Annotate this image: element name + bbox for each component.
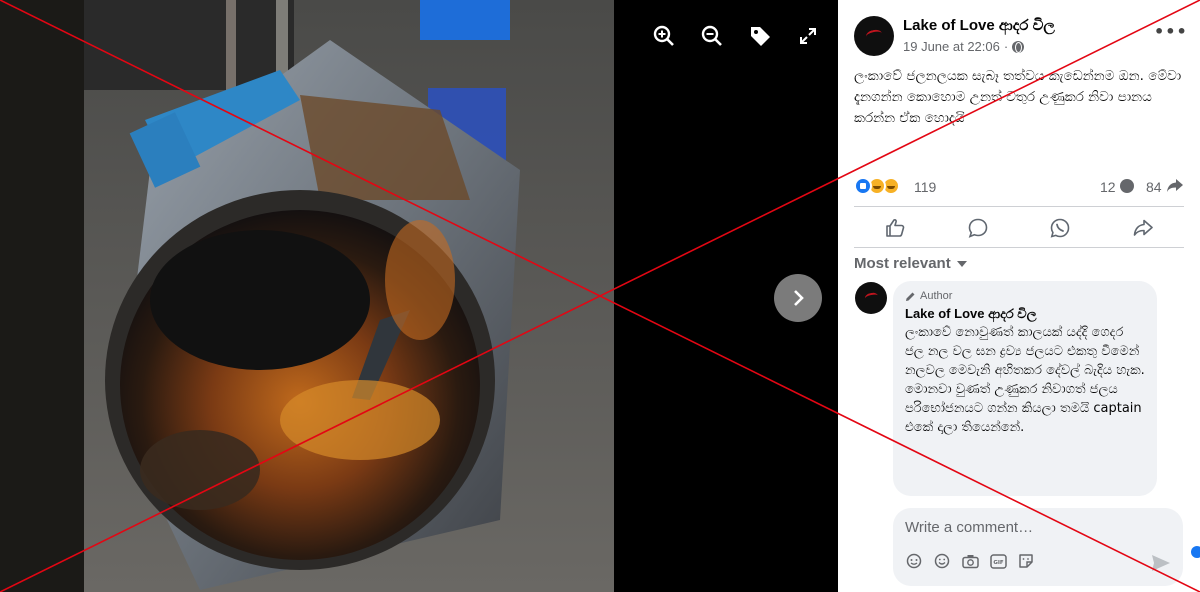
- page-avatar[interactable]: [854, 16, 894, 56]
- like-button[interactable]: [854, 211, 937, 245]
- like-reaction-icon: [854, 177, 872, 195]
- status-dot: [1191, 546, 1200, 558]
- comment-input[interactable]: [905, 516, 1165, 538]
- chevron-right-icon: [794, 290, 804, 306]
- camera-icon[interactable]: [961, 552, 979, 570]
- gif-icon[interactable]: GIF: [989, 552, 1007, 570]
- page-name[interactable]: Lake of Love ආදර විල: [903, 17, 1055, 34]
- avatar-sticker-icon[interactable]: [1017, 552, 1035, 570]
- divider: [854, 247, 1184, 248]
- comment-composer: GIF: [893, 508, 1183, 586]
- photo-viewer: [0, 0, 838, 592]
- reaction-count[interactable]: 119: [914, 179, 936, 195]
- globe-icon: [1012, 40, 1025, 53]
- sticker-icon[interactable]: [905, 552, 923, 570]
- post-photo[interactable]: [0, 0, 838, 592]
- more-options-button[interactable]: •••: [1154, 22, 1188, 41]
- reaction-icons[interactable]: [854, 177, 908, 195]
- pencil-icon: [906, 292, 915, 301]
- comment-count-icon: [1120, 179, 1134, 193]
- comment-author-name[interactable]: Lake of Love ආදර විල: [905, 306, 1145, 322]
- next-photo-button[interactable]: [774, 274, 822, 322]
- zoom-out-icon[interactable]: [698, 22, 726, 50]
- whatsapp-icon: [1050, 218, 1070, 238]
- comment-button[interactable]: [937, 211, 1020, 245]
- author-badge: Author: [905, 290, 1145, 302]
- whatsapp-share-button[interactable]: [1019, 211, 1102, 245]
- composer-tools: GIF: [905, 552, 1035, 570]
- post-text: ලංකාවේ ජලනලයක සැබෑ තත්වය කැඩෙන්නම ඔන. මේ…: [854, 68, 1182, 126]
- like-icon: [886, 219, 905, 237]
- share-button[interactable]: [1102, 211, 1185, 245]
- author-badge-label: Author: [920, 290, 953, 302]
- comment-bubble: Author Lake of Love ආදර විල ලංකාවේ නොවුණ…: [893, 281, 1157, 496]
- reactions-summary: 119 12 84: [854, 175, 1184, 197]
- share-count-icon: [1167, 179, 1183, 192]
- send-icon[interactable]: [1151, 554, 1171, 572]
- comment-count[interactable]: 12: [1100, 179, 1116, 195]
- caret-down-icon: [956, 260, 967, 267]
- share-icon: [1133, 219, 1153, 236]
- tag-icon[interactable]: [746, 22, 774, 50]
- comment-author-avatar[interactable]: [855, 282, 887, 314]
- divider: [854, 206, 1184, 207]
- zoom-in-icon[interactable]: [650, 22, 678, 50]
- emoji-icon[interactable]: [933, 552, 951, 570]
- comment-icon: [968, 218, 988, 238]
- post-panel: Lake of Love ආදර විල 19 June at 22:06 · …: [838, 0, 1200, 592]
- svg-text:GIF: GIF: [993, 560, 1004, 566]
- sort-label: Most relevant: [854, 255, 951, 272]
- share-count[interactable]: 84: [1146, 179, 1162, 195]
- comment-sort-dropdown[interactable]: Most relevant: [854, 255, 967, 272]
- post-actions: [854, 211, 1184, 245]
- comment-text: ලංකාවේ නොවුණත් කාලයක් යද්දි ගෙදර ජල නල ව…: [905, 325, 1145, 435]
- post-timestamp[interactable]: 19 June at 22:06: [903, 39, 1000, 54]
- post-meta: 19 June at 22:06 ·: [903, 39, 1025, 54]
- fullscreen-icon[interactable]: [794, 22, 822, 50]
